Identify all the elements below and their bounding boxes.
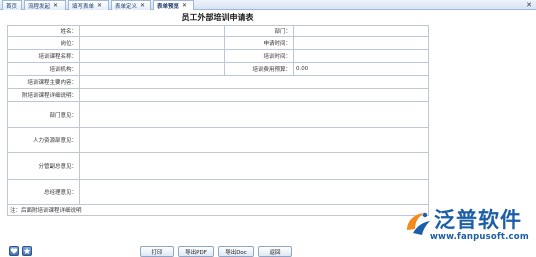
hr-opinion-label: 人力资源部意见： — [7, 127, 80, 153]
tab-form-preview[interactable]: 表单预览 ✕ — [153, 0, 194, 10]
tab-label: 填写表单 — [72, 3, 95, 10]
gm-opinion-field[interactable] — [79, 179, 429, 205]
dept-opinion-label: 部门意见： — [7, 101, 80, 128]
budget-label: 培训费用预算： — [224, 62, 294, 76]
apply-time-field[interactable] — [293, 36, 429, 50]
brand-url: www.fanpusoft.com — [430, 232, 529, 242]
tab-label: 表单定义 — [115, 3, 138, 10]
close-icon[interactable]: ✕ — [182, 2, 187, 9]
dept-field[interactable] — [293, 25, 429, 37]
institution-label: 培训机构： — [7, 62, 80, 76]
main-content-label: 培训课程主要内容： — [7, 75, 80, 89]
tab-fill-form[interactable]: 填写表单 ✕ — [68, 0, 109, 10]
tab-label: 流程发起 — [28, 3, 51, 10]
training-application-form: 姓名： 部门： 岗位： 申请时间： 培训课程名称： 培训时间： 培训机构： 培训… — [7, 25, 429, 216]
print-button[interactable]: 打印 — [140, 246, 174, 257]
main-content-field[interactable] — [79, 75, 429, 89]
train-time-field[interactable] — [293, 49, 429, 63]
export-doc-button[interactable]: 导出Doc — [218, 246, 254, 257]
position-label: 岗位： — [7, 36, 80, 50]
vp-opinion-label: 分管副总意见： — [7, 152, 80, 180]
export-pdf-button[interactable]: 导出PDF — [178, 246, 214, 257]
gm-opinion-label: 总经理意见： — [7, 179, 80, 205]
tab-form-definition[interactable]: 表单定义 ✕ — [111, 0, 151, 10]
attachment-label: 附培训课程详细说明： — [7, 88, 80, 102]
course-name-label: 培训课程名称： — [7, 49, 80, 63]
close-icon[interactable]: ✕ — [140, 2, 145, 9]
vp-opinion-field[interactable] — [79, 152, 429, 180]
tab-process-start[interactable]: 流程发起 ✕ — [24, 0, 66, 10]
dept-opinion-field[interactable] — [79, 101, 429, 128]
position-field[interactable] — [79, 36, 225, 50]
back-button[interactable]: 返回 — [258, 246, 292, 257]
tab-label: 首页 — [6, 3, 18, 10]
institution-field[interactable] — [79, 62, 225, 76]
train-time-label: 培训时间： — [224, 49, 294, 63]
brand-logo: 泛普软件 www.fanpusoft.com — [404, 208, 532, 244]
budget-field[interactable]: 0.00 — [293, 62, 429, 76]
close-icon[interactable]: ✕ — [53, 2, 58, 9]
close-all-icon[interactable]: ✕ — [526, 0, 532, 10]
hr-opinion-field[interactable] — [79, 127, 429, 153]
brand-name: 泛普软件 — [434, 208, 522, 232]
apply-time-label: 申请时间： — [224, 36, 294, 50]
form-title: 员工外部培训申请表 — [181, 13, 254, 22]
brand-logo-icon — [407, 212, 430, 235]
tab-label: 表单预览 — [157, 3, 180, 10]
form-note: 注：后面附培训课程详细说明 — [7, 204, 429, 216]
tab-bar: 首页 流程发起 ✕ 填写表单 ✕ 表单定义 ✕ 表单预览 ✕ ✕ — [0, 0, 536, 10]
dept-label: 部门： — [224, 25, 294, 37]
course-name-field[interactable] — [79, 49, 225, 63]
name-label: 姓名： — [7, 25, 80, 37]
name-field[interactable] — [79, 25, 225, 37]
attachment-field[interactable] — [79, 88, 429, 102]
tab-home[interactable]: 首页 — [2, 0, 22, 10]
close-icon[interactable]: ✕ — [97, 2, 102, 9]
